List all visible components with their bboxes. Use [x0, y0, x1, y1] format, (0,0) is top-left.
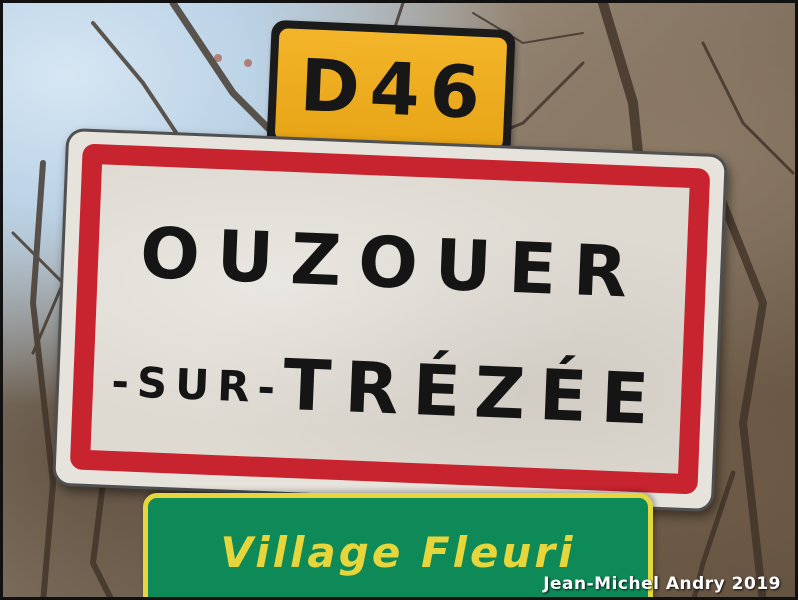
photo-frame: D46 OUZOUER -SUR-TRÉZÉE Village Fleuri J…: [0, 0, 798, 600]
town-name-line-2: -SUR-TRÉZÉE: [92, 342, 682, 441]
village-fleuri-label: Village Fleuri: [220, 528, 576, 577]
photographer-watermark: Jean-Michel Andry 2019: [543, 574, 781, 594]
road-number-panel: D46: [274, 28, 508, 150]
town-name-connector: -SUR-: [110, 356, 285, 413]
town-name-line-1: OUZOUER: [138, 211, 646, 315]
town-name-second-part: TRÉZÉE: [281, 343, 665, 441]
town-entry-sign: OUZOUER -SUR-TRÉZÉE: [52, 127, 728, 513]
road-number: D46: [298, 43, 492, 136]
town-sign-panel: OUZOUER -SUR-TRÉZÉE: [69, 143, 711, 495]
